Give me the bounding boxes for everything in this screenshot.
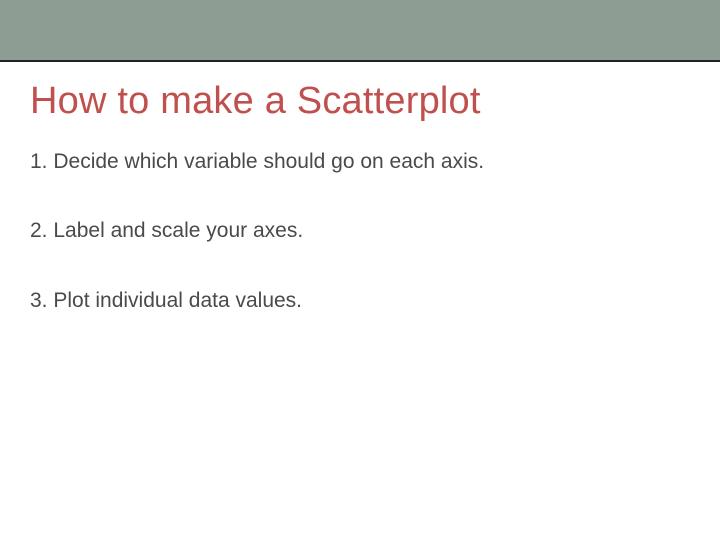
step-item: 3. Plot individual data values. [30, 286, 690, 315]
step-item: 1. Decide which variable should go on ea… [30, 147, 690, 176]
header-bar [0, 0, 720, 62]
step-item: 2. Label and scale your axes. [30, 216, 690, 245]
slide-content: How to make a Scatterplot 1. Decide whic… [0, 80, 720, 315]
slide-title: How to make a Scatterplot [30, 80, 690, 123]
